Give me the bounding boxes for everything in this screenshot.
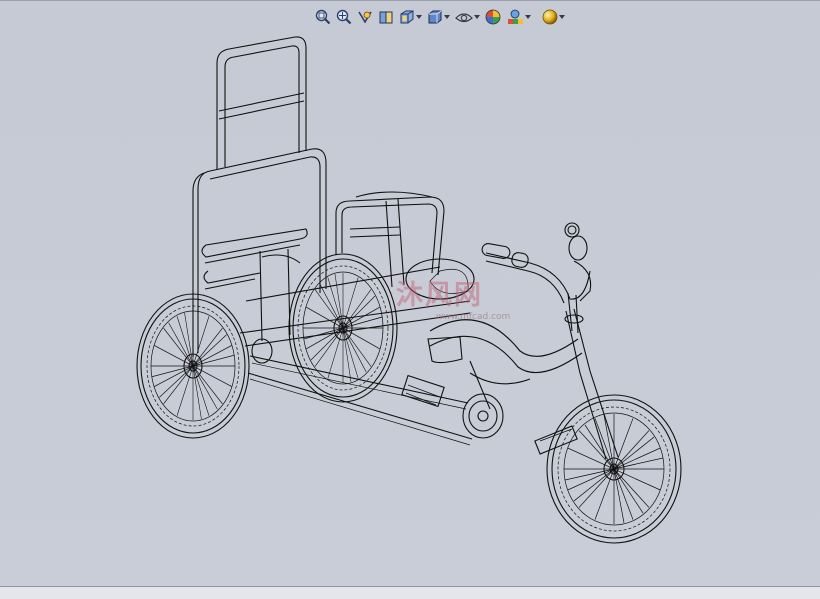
graphics-viewport[interactable]: 沐风网 www.mfcad.com [0,0,820,586]
front-seat-frame [335,191,445,288]
handlebars [481,222,592,304]
status-bar [0,586,820,599]
rear-right-wheel [288,253,398,403]
tricycle-wireframe-model[interactable] [0,1,820,587]
front-wheel [546,394,682,544]
backrest-frame [192,36,327,357]
